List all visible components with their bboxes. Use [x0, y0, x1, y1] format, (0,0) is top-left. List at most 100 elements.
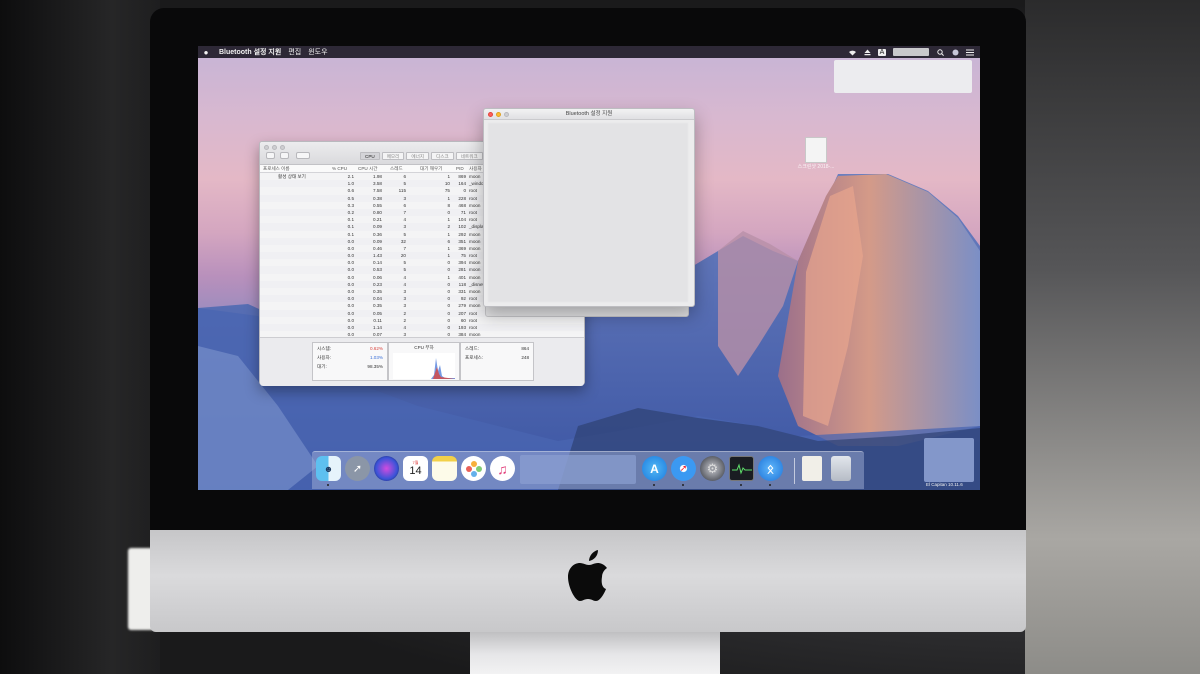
process-pid: 164	[458, 181, 466, 187]
process-row[interactable]: 0.0 1.14 4 0 193 root	[260, 323, 584, 332]
running-indicator	[769, 484, 771, 486]
process-threads: 7	[403, 209, 406, 215]
process-time: 7.58	[373, 188, 382, 194]
column-process-name[interactable]: 프로세스 이름	[263, 166, 290, 172]
process-idle: 75	[444, 188, 450, 194]
close-button[interactable]	[264, 145, 269, 150]
process-time: 0.55	[373, 202, 382, 208]
column-user[interactable]: 사용자	[469, 166, 482, 172]
trash-icon[interactable]	[831, 456, 851, 481]
eject-icon[interactable]	[863, 49, 871, 56]
process-cpu: 0.0	[347, 324, 354, 330]
process-cpu: 0.0	[347, 303, 354, 309]
process-time: 0.23	[373, 281, 382, 287]
process-cpu: 0.0	[347, 267, 354, 273]
process-user: moon	[469, 174, 481, 179]
finder-icon[interactable]: ☻	[316, 456, 341, 481]
threads-value: 864	[521, 346, 529, 351]
process-idle: 0	[447, 267, 450, 273]
siri-icon[interactable]	[951, 49, 959, 56]
process-pid: 369	[458, 245, 466, 251]
process-name: 활성 상태 보기	[278, 174, 306, 179]
siri-icon[interactable]	[374, 456, 399, 481]
column-pid[interactable]: PID	[456, 166, 464, 171]
itunes-icon[interactable]: ♫	[490, 456, 515, 481]
process-pid: 394	[458, 260, 466, 266]
column-cpu-time[interactable]: CPU 시간	[358, 166, 377, 172]
menu-bar: ● Bluetooth 설정 지원 편집 윈도우 A	[198, 46, 980, 58]
process-cpu: 0.0	[347, 317, 354, 323]
process-threads: 3	[403, 296, 406, 302]
safari-icon[interactable]: ➚	[671, 456, 696, 481]
tab-memory[interactable]: 메모리	[381, 152, 405, 160]
process-row[interactable]: 0.0 0.11 2 0 60 root	[260, 317, 584, 324]
gear-icon[interactable]	[296, 152, 310, 159]
bluetooth-icon[interactable]: ᛟ	[758, 456, 783, 481]
inspect-button[interactable]	[280, 152, 289, 159]
tab-network[interactable]: 네트워크	[455, 152, 483, 160]
process-idle: 1	[447, 174, 450, 179]
process-threads: 2	[403, 317, 406, 323]
menu-window[interactable]: 윈도우	[308, 47, 327, 57]
process-time: 1.14	[373, 324, 382, 330]
menu-app-name[interactable]: Bluetooth 설정 지원	[219, 47, 281, 57]
app-store-icon[interactable]: A	[642, 456, 667, 481]
column-threads[interactable]: 스레드	[390, 166, 403, 172]
process-idle: 1	[447, 245, 450, 251]
zoom-button[interactable]	[280, 145, 285, 150]
menu-edit[interactable]: 편집	[288, 47, 301, 57]
launchpad-icon[interactable]: ➚	[345, 456, 370, 481]
process-pid: 0	[463, 188, 466, 194]
imac-stand	[470, 630, 720, 674]
process-time: 0.21	[373, 217, 382, 223]
notification-banner[interactable]	[834, 60, 972, 93]
wifi-icon[interactable]	[848, 49, 856, 56]
bluetooth-window-title[interactable]: Bluetooth 설정 지원	[484, 109, 694, 120]
search-icon[interactable]	[936, 48, 944, 56]
tab-energy[interactable]: 에너지	[406, 152, 430, 160]
process-threads: 32	[400, 238, 406, 244]
corner-blurred-item	[924, 438, 974, 482]
dock-blurred-apps	[520, 455, 636, 484]
process-user: moon	[469, 267, 481, 273]
bt-close-button[interactable]	[488, 112, 493, 117]
process-cpu: 0.5	[347, 195, 354, 201]
processes-label: 프로세스:	[465, 355, 484, 360]
documents-icon[interactable]	[802, 456, 822, 481]
close-process-button[interactable]	[266, 152, 275, 159]
input-menu-icon[interactable]: A	[878, 48, 886, 56]
activity-monitor-icon[interactable]	[729, 456, 754, 481]
system-label: 시스템:	[317, 346, 331, 351]
tab-disk[interactable]: 디스크	[431, 152, 454, 160]
process-pid: 104	[458, 217, 466, 223]
process-pid: 869	[458, 174, 466, 179]
process-threads: 4	[403, 274, 406, 280]
process-time: 0.14	[373, 260, 382, 266]
activity-tabs: CPU 메모리 에너지 디스크 네트워크	[360, 152, 483, 160]
process-user: root	[469, 310, 477, 316]
process-time: 0.35	[373, 303, 382, 309]
minimize-button[interactable]	[272, 145, 277, 150]
process-pid: 118	[458, 281, 466, 287]
process-pid: 468	[458, 202, 466, 208]
bt-zoom-button[interactable]	[504, 112, 509, 117]
calendar-icon[interactable]: 7월 14	[403, 456, 428, 481]
process-pid: 281	[458, 267, 466, 273]
column-cpu[interactable]: % CPU	[332, 166, 347, 171]
process-idle: 0	[447, 281, 450, 287]
process-threads: 3	[403, 303, 406, 309]
tab-cpu[interactable]: CPU	[360, 152, 380, 160]
process-pid: 279	[458, 303, 466, 309]
process-user: moon	[469, 238, 481, 244]
column-idle-wakeups[interactable]: 대기 깨우기	[420, 166, 442, 172]
desktop-file-icon[interactable]	[805, 137, 827, 163]
apple-menu-icon[interactable]: ●	[200, 48, 212, 57]
system-preferences-icon[interactable]: ⚙	[700, 456, 725, 481]
bt-minimize-button[interactable]	[496, 112, 501, 117]
cpu-load-graph	[393, 353, 455, 379]
process-pid: 351	[458, 238, 466, 244]
notes-icon[interactable]	[432, 456, 457, 481]
notification-center-icon[interactable]	[966, 49, 974, 56]
photos-icon[interactable]	[461, 456, 486, 481]
process-threads: 3	[403, 224, 406, 230]
